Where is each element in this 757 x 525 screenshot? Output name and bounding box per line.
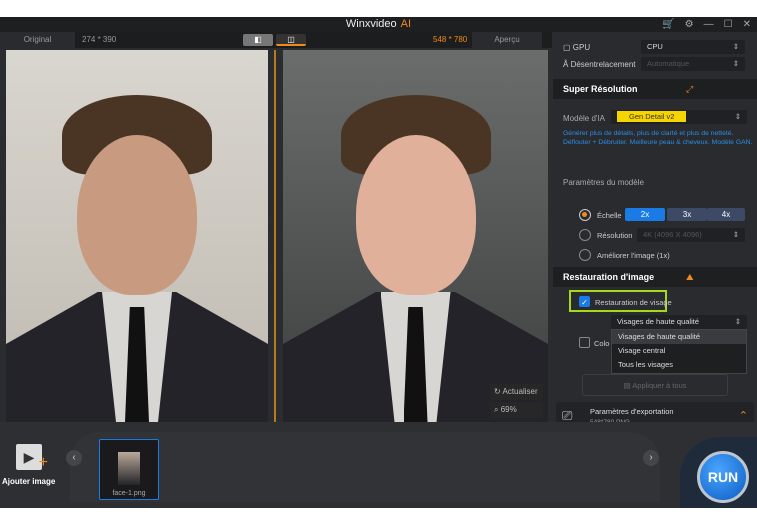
minimize-button[interactable]: — (704, 17, 714, 32)
face-option[interactable]: Visage central (612, 344, 746, 358)
app-title: Winxvideo (345, 18, 397, 30)
face-mode-select[interactable]: Visages de haute qualité ⇕ (611, 315, 747, 329)
zoom-level[interactable]: ⌕ 69% (490, 402, 543, 418)
run-button[interactable]: RUN (697, 451, 749, 503)
prev-button[interactable]: ‹ (66, 450, 82, 466)
refresh-label: Actualiser (502, 387, 538, 396)
zoom-value: 69% (500, 405, 517, 414)
enhance-radio[interactable] (579, 249, 591, 261)
bottom-bar: ▶ + Ajouter image ‹ face-1.png › RUN (0, 422, 757, 508)
split-view-button[interactable]: ◫ (276, 34, 306, 46)
original-label: Original (0, 32, 75, 48)
scale-2x-button[interactable]: 2x (625, 208, 665, 221)
apply-all-button[interactable]: ▤ Appliquer à tous (582, 374, 728, 396)
face-option[interactable]: Tous les visages (612, 358, 746, 372)
resolution-label: Résolution (597, 231, 633, 240)
title-bar: Winxvideo AI 🛒 ⚙ — ☐ ✕ (0, 17, 757, 32)
model-description: Générer plus de détails, plus de clarté … (563, 130, 753, 146)
original-dimensions: 274 * 390 (82, 35, 117, 44)
maximize-button[interactable]: ☐ (724, 17, 733, 32)
model-select[interactable]: Gen Detail v2 ⇕ (611, 110, 747, 124)
face-mode-dropdown: Visages de haute qualité Visage central … (611, 329, 747, 374)
model-params-label: Paramètres du modèle (563, 178, 644, 187)
app-window: Winxvideo AI 🛒 ⚙ — ☐ ✕ Original 274 * 390… (0, 17, 757, 508)
model-label: Modèle d'IA (563, 114, 605, 123)
single-view-button[interactable]: ◧ (243, 34, 273, 46)
thumbnail[interactable]: face-1.png (99, 439, 159, 500)
gpu-label: ▢ GPU (563, 43, 591, 52)
add-image-label[interactable]: Ajouter image (2, 477, 55, 486)
preview-dimensions: 548 * 780 (433, 35, 468, 44)
add-image-icon[interactable]: ▶ + (16, 444, 48, 471)
thumbnail-filename: face-1.png (112, 490, 146, 497)
preview-image (283, 50, 548, 422)
resize-icon: ⤢ (686, 84, 694, 94)
deinterlace-select[interactable]: Automatique ⇕ (641, 57, 745, 71)
face-restore-label: Restauration de visage (595, 298, 672, 307)
enhance-label: Améliorer l'image (1x) (597, 251, 670, 260)
colorize-label: Colo (594, 339, 610, 348)
cart-icon[interactable]: 🛒 (662, 17, 674, 32)
scale-3x-button[interactable]: 3x (667, 208, 707, 221)
deinterlace-label: Å Désentrelacement (563, 60, 636, 69)
image-restoration-header: Restauration d'image ⛰ (553, 267, 757, 287)
compare-divider[interactable] (274, 50, 276, 422)
face-option[interactable]: Visages de haute qualité (612, 330, 746, 344)
close-button[interactable]: ✕ (743, 17, 751, 32)
preview-header: Original 274 * 390 ◧ ◫ 548 * 780 Aperçu (0, 32, 552, 48)
refresh-button[interactable]: ↻ Actualiser (490, 384, 543, 400)
next-button[interactable]: › (643, 450, 659, 466)
original-image (6, 50, 268, 422)
gpu-select[interactable]: CPU ⇕ (641, 40, 745, 54)
face-restore-checkbox[interactable]: ✓ (579, 296, 590, 307)
colorize-checkbox[interactable] (579, 337, 590, 348)
scale-radio[interactable] (579, 209, 591, 221)
restore-icon: ⛰ (686, 272, 694, 282)
preview-label: Aperçu (472, 32, 542, 48)
scale-4x-button[interactable]: 4x (707, 208, 745, 221)
export-title: Paramètres d'exportation (590, 407, 674, 416)
resolution-select[interactable]: 4K (4096 X 4096) ⇕ (637, 228, 745, 242)
settings-panel: ▢ GPU CPU ⇕ Å Désentrelacement Automatiqu… (553, 32, 757, 432)
app-title-ai: AI (400, 18, 412, 30)
super-resolution-header: Super Résolution ⤢ (553, 79, 757, 99)
settings-icon[interactable]: ⚙ (685, 17, 694, 32)
expand-icon[interactable]: ⌃ (739, 409, 748, 422)
resolution-radio[interactable] (579, 229, 591, 241)
scale-label: Échelle (597, 211, 622, 220)
